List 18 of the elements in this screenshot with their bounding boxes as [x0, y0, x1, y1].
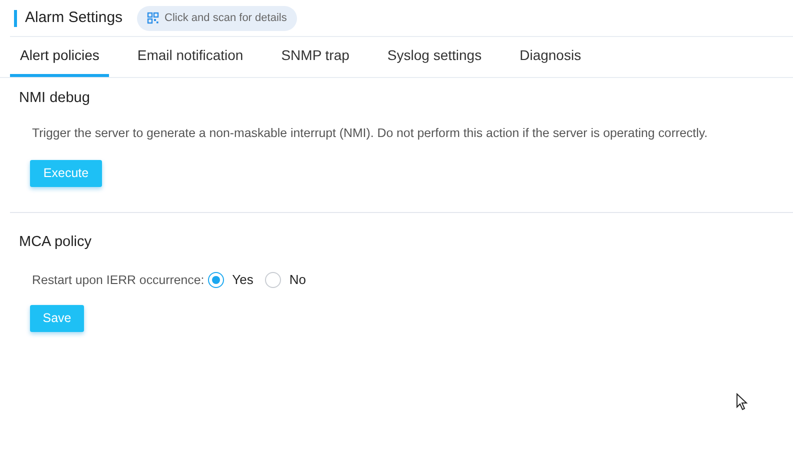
radio-label[interactable]: Yes	[232, 270, 254, 290]
radio-button[interactable]	[265, 272, 282, 288]
tab[interactable]: SNMP trap	[271, 37, 360, 77]
title-accent-bar	[14, 10, 17, 26]
radio-label[interactable]: No	[289, 270, 306, 290]
section-heading: MCA policy	[19, 233, 93, 252]
description-text: Trigger the server to generate a non-maskable interrupt (NMI). Do not perform this action if the server is operating correctly.	[32, 125, 709, 142]
radio-button[interactable]	[208, 272, 224, 288]
qr-code-icon	[146, 12, 159, 24]
page-title: Alarm Settings	[25, 8, 123, 28]
section-heading: NMI debug	[19, 89, 91, 108]
tab[interactable]: Syslog settings	[377, 37, 492, 77]
tab[interactable]: Alert policies	[10, 37, 110, 77]
field-label: Restart upon IERR occurrence:	[32, 272, 204, 289]
tab[interactable]: Diagnosis	[510, 37, 592, 77]
mouse-cursor-icon	[736, 393, 748, 411]
scan-hint-button[interactable]: Click and scan for details	[136, 6, 297, 30]
tab[interactable]: Email notification	[127, 37, 254, 77]
